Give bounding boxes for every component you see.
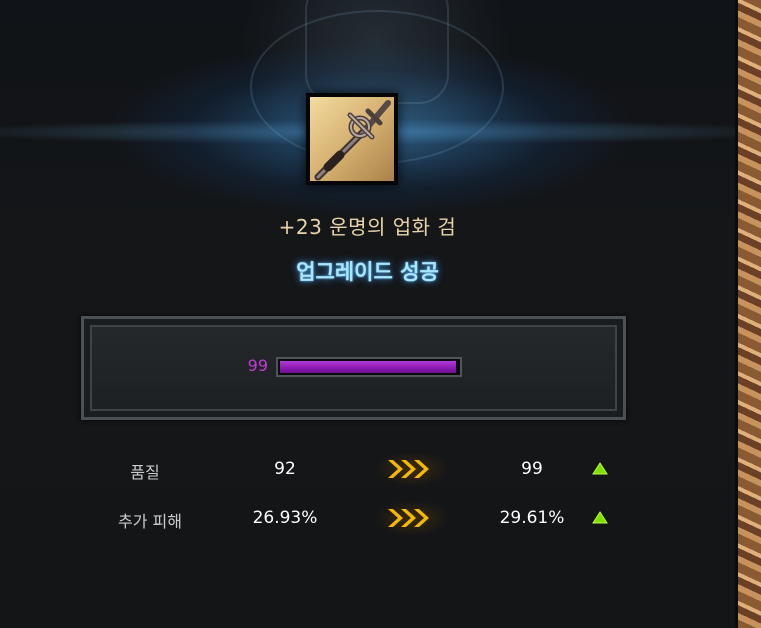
quality-progress-fill [280,361,456,373]
stat-label-additional-damage: 추가 피해 [118,512,182,531]
stat-before-quality: 92 [274,459,296,479]
stat-label-quality: 품질 [130,463,160,482]
upgrade-result-panel: +23 운명의 업화 검 업그레이드 성공 99 품질 92 99 추가 피해 … [0,0,735,628]
quality-progress-bar [276,357,462,377]
item-slot[interactable] [306,93,398,185]
increase-arrow-icon [592,462,608,475]
increase-arrow-icon [592,511,608,524]
transition-arrows-icon [376,501,448,535]
quality-value-label: 99 [247,356,268,375]
sword-icon [310,97,394,181]
upgrade-status-text: 업그레이드 성공 [296,260,439,284]
stat-before-additional-damage: 26.93% [252,508,318,528]
stat-after-quality: 99 [521,459,543,479]
item-name: +23 운명의 업화 검 [278,215,457,239]
background-scene-art [735,0,761,628]
stat-after-additional-damage: 29.61% [499,508,565,528]
transition-arrows-icon [376,452,448,486]
